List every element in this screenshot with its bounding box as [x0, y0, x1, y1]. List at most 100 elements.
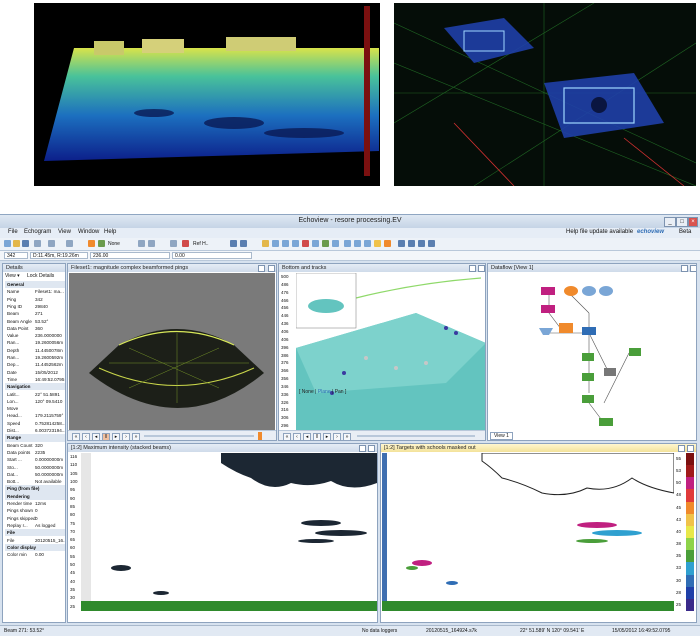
- none-dropdown[interactable]: None: [108, 241, 120, 247]
- grid-icon[interactable]: [230, 240, 237, 247]
- ping-slider[interactable]: [144, 435, 254, 437]
- details-value: 29840: [35, 303, 48, 309]
- bottom-pause-button[interactable]: ‖: [313, 433, 321, 440]
- scale-tick-label: 336: [281, 391, 289, 397]
- step-back-button[interactable]: ◂: [92, 433, 100, 440]
- targets-close-button[interactable]: [687, 445, 694, 452]
- scale-tick-label: 40: [70, 578, 76, 584]
- table-icon[interactable]: [292, 240, 299, 247]
- dataflow-view-tab[interactable]: View 1: [490, 432, 513, 440]
- save-icon[interactable]: [22, 240, 29, 247]
- zoom-reset-icon[interactable]: [428, 240, 435, 247]
- zoom-in-icon[interactable]: [398, 240, 405, 247]
- targets-echogram: [382, 453, 674, 611]
- menu-file[interactable]: File: [8, 229, 18, 235]
- bottom-close-button[interactable]: [478, 265, 485, 272]
- details-key: Head...: [7, 413, 22, 419]
- last-ping-button[interactable]: »: [132, 433, 140, 440]
- bottom-back-button[interactable]: ◂: [303, 433, 311, 440]
- bottom-max-button[interactable]: [469, 265, 476, 272]
- undo-icon[interactable]: [34, 240, 41, 247]
- export-icon[interactable]: [364, 240, 371, 247]
- bottom-next-button[interactable]: ›: [333, 433, 341, 440]
- close-button[interactable]: ×: [688, 217, 698, 227]
- targets-max-button[interactable]: [678, 445, 685, 452]
- menu-help[interactable]: Help: [104, 229, 116, 235]
- details-view-button[interactable]: View ▾: [5, 273, 20, 279]
- prev-ping-button[interactable]: ‹: [82, 433, 90, 440]
- region-icon[interactable]: [148, 240, 155, 247]
- details-key: Pings shown: [7, 508, 34, 514]
- status-bar: Beam 271: 53.52° No data loggers 2012051…: [0, 625, 700, 636]
- stacked-max-button[interactable]: [359, 445, 366, 452]
- legend-plane[interactable]: Plane: [318, 389, 331, 395]
- chart-icon[interactable]: [282, 240, 289, 247]
- circle-tool-icon[interactable]: [170, 240, 177, 247]
- link-icon[interactable]: [240, 240, 247, 247]
- legend-none[interactable]: None: [302, 389, 314, 395]
- line-tool-icon[interactable]: [98, 240, 105, 247]
- window-icon[interactable]: [312, 240, 319, 247]
- first-ping-button[interactable]: «: [72, 433, 80, 440]
- details-key: Ping ID: [7, 303, 23, 309]
- dataflow-close-button[interactable]: [690, 265, 696, 272]
- bottom-play-button[interactable]: ▸: [323, 433, 331, 440]
- details-key: Replay r...: [7, 522, 28, 528]
- bottom-slider[interactable]: [357, 435, 475, 437]
- next-ping-button[interactable]: ›: [122, 433, 130, 440]
- pause-button[interactable]: ‖: [102, 433, 110, 440]
- maximize-button[interactable]: □: [676, 217, 688, 227]
- active-tool-icon[interactable]: [384, 240, 391, 247]
- color-scale: 55 53 50 48 45 43 40 38 35 33 30 28 25: [675, 453, 695, 611]
- details-key: Start ...: [7, 457, 22, 463]
- minimize-button[interactable]: _: [664, 217, 676, 227]
- redo-icon[interactable]: [48, 240, 55, 247]
- scale-tick-label: 95: [70, 487, 76, 493]
- dataflow-icon[interactable]: [322, 240, 329, 247]
- menu-echogram[interactable]: Echogram: [24, 229, 51, 235]
- menu-bar: File Echogram View Window Help Help file…: [0, 228, 700, 238]
- lock-details-button[interactable]: Lock Details: [27, 273, 54, 279]
- bottom-first-button[interactable]: «: [283, 433, 291, 440]
- brand-suffix: Beta: [679, 229, 692, 235]
- highlight-icon[interactable]: [374, 240, 381, 247]
- stacked-close-button[interactable]: [368, 445, 375, 452]
- select-tool-icon[interactable]: [88, 240, 95, 247]
- reference-icon[interactable]: [182, 240, 189, 247]
- echogram-icon[interactable]: [272, 240, 279, 247]
- fileset-close-button[interactable]: [268, 265, 275, 272]
- calendar-icon[interactable]: [354, 240, 361, 247]
- graph-icon[interactable]: [344, 240, 351, 247]
- details-value: 2235: [35, 449, 46, 455]
- open-icon[interactable]: [13, 240, 20, 247]
- bottom-tracks-title: Bottom and tracks: [279, 264, 485, 272]
- details-value: 19.2600056m: [35, 340, 64, 346]
- variable-icon[interactable]: [262, 240, 269, 247]
- details-key: Dat...: [7, 471, 18, 477]
- menu-view[interactable]: View: [58, 229, 71, 235]
- details-row: Pings skipped 0: [5, 515, 65, 522]
- play-button[interactable]: ▸: [112, 433, 120, 440]
- layers-icon[interactable]: [332, 240, 339, 247]
- bottom-last-button[interactable]: »: [343, 433, 351, 440]
- ref-dropdown[interactable]: Ref H..: [193, 241, 209, 247]
- legend-pan[interactable]: Pan: [335, 389, 344, 395]
- scale-tick-label: 50: [676, 480, 682, 486]
- details-key: Name: [7, 289, 20, 295]
- menu-window[interactable]: Window: [78, 229, 99, 235]
- dataflow-max-button[interactable]: [681, 265, 688, 272]
- pointer-icon[interactable]: [66, 240, 73, 247]
- new-icon[interactable]: [4, 240, 11, 247]
- scale-tick-label: 476: [281, 289, 289, 295]
- zoom-fit-icon[interactable]: [418, 240, 425, 247]
- details-key: Dep...: [7, 362, 20, 368]
- scale-tick-label: 105: [70, 470, 78, 476]
- fileset-max-button[interactable]: [258, 265, 265, 272]
- zoom-out-icon[interactable]: [408, 240, 415, 247]
- ping-slider-handle[interactable]: [258, 432, 262, 440]
- draw-icon[interactable]: [138, 240, 145, 247]
- details-value: 271: [35, 311, 43, 317]
- help-update-text[interactable]: Help file update available: [566, 229, 633, 235]
- marker-icon[interactable]: [302, 240, 309, 247]
- bottom-prev-button[interactable]: ‹: [293, 433, 301, 440]
